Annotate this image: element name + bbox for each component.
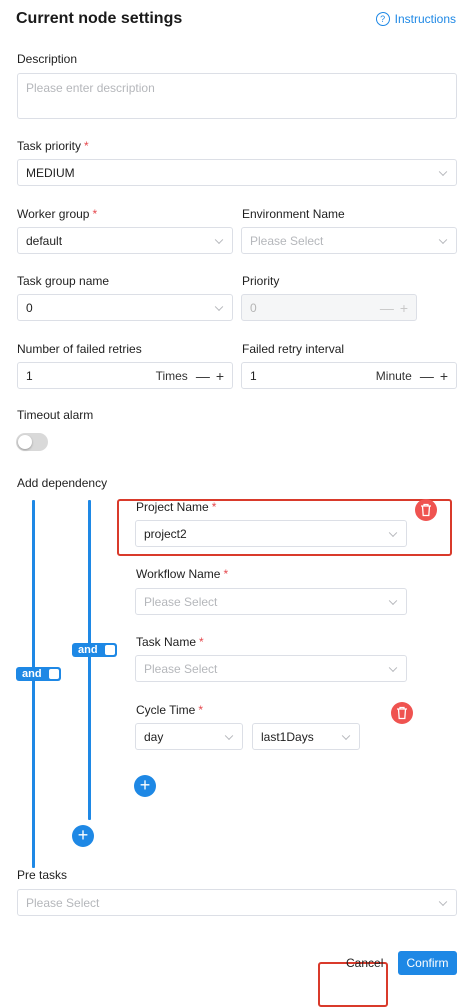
task-priority-label: Task priority *: [17, 139, 89, 153]
retry-interval-unit: Minute: [375, 368, 412, 383]
worker-group-select[interactable]: default: [17, 227, 233, 254]
minus-icon: —: [379, 299, 394, 316]
worker-group-label: Worker group *: [17, 207, 97, 221]
chevron-down-icon: [224, 731, 234, 740]
inner-and-label: and: [78, 644, 98, 656]
worker-group-text: Worker group: [17, 207, 90, 221]
priority-value: 0: [250, 300, 257, 315]
task-name-label: Task Name *: [136, 635, 204, 649]
required-mark: *: [198, 703, 204, 717]
retry-interval-label: Failed retry interval: [242, 342, 345, 356]
task-name-text: Task Name: [136, 635, 197, 649]
chevron-down-icon: [388, 663, 398, 672]
outer-relation-line: [32, 500, 35, 868]
cancel-button[interactable]: Cancel: [346, 956, 383, 970]
retry-interval-value: 1: [250, 368, 257, 383]
task-name-placeholder: Please Select: [144, 661, 218, 676]
environment-label: Environment Name: [242, 207, 345, 221]
required-mark: *: [223, 567, 229, 581]
instructions-link[interactable]: ? Instructions: [375, 12, 456, 26]
task-priority-select[interactable]: MEDIUM: [17, 159, 457, 186]
inner-relation-line: [88, 500, 91, 820]
cycle-time-label: Cycle Time *: [136, 703, 203, 717]
delete-dependency-button[interactable]: [415, 499, 437, 521]
toggle-knob: [105, 645, 115, 655]
retries-label: Number of failed retries: [17, 342, 142, 356]
cycle-unit-select[interactable]: day: [135, 723, 243, 750]
workflow-name-text: Workflow Name: [136, 567, 221, 581]
project-name-value: project2: [144, 526, 187, 541]
cycle-range-value: last1Days: [261, 729, 314, 744]
inner-and-toggle[interactable]: and: [72, 643, 117, 657]
workflow-name-placeholder: Please Select: [144, 594, 218, 609]
retries-value: 1: [26, 368, 33, 383]
retries-unit: Times: [155, 368, 188, 383]
plus-icon: +: [139, 775, 151, 795]
priority-stepper: — +: [380, 300, 408, 316]
priority-input: 0 — +: [241, 294, 417, 321]
plus-icon: +: [399, 299, 408, 316]
plus-icon: +: [77, 825, 89, 845]
workflow-name-label: Workflow Name *: [136, 567, 228, 581]
chevron-down-icon: [388, 528, 398, 537]
required-mark: *: [199, 635, 204, 649]
chevron-down-icon: [214, 302, 224, 311]
description-placeholder: Please enter description: [26, 81, 155, 95]
chevron-down-icon: [388, 596, 398, 605]
workflow-name-select[interactable]: Please Select: [135, 588, 407, 615]
confirm-button[interactable]: Confirm: [398, 951, 457, 975]
minus-icon[interactable]: —: [196, 368, 210, 384]
chevron-down-icon: [438, 167, 448, 176]
task-group-select[interactable]: 0: [17, 294, 233, 321]
help-icon: ?: [375, 12, 390, 26]
pre-tasks-select[interactable]: Please Select: [17, 889, 457, 916]
priority-label: Priority: [242, 274, 280, 288]
description-textarea[interactable]: Please enter description: [17, 73, 457, 119]
cycle-unit-value: day: [144, 729, 164, 744]
project-name-text: Project Name: [136, 500, 209, 514]
dependency-label: Add dependency: [17, 476, 108, 490]
outer-and-toggle[interactable]: and: [16, 667, 61, 681]
plus-icon[interactable]: +: [216, 368, 224, 384]
minus-icon[interactable]: —: [420, 368, 434, 384]
required-mark: *: [92, 207, 98, 221]
retry-interval-stepper[interactable]: — +: [420, 368, 448, 384]
project-name-label: Project Name *: [136, 500, 216, 514]
timeout-label: Timeout alarm: [17, 408, 94, 422]
task-group-value: 0: [26, 300, 33, 315]
add-dependency-group-button[interactable]: +: [72, 825, 94, 847]
task-name-select[interactable]: Please Select: [135, 655, 407, 682]
chevron-down-icon: [438, 897, 448, 906]
plus-icon[interactable]: +: [440, 368, 448, 384]
task-priority-text: Task priority: [17, 139, 82, 153]
chevron-down-icon: [341, 731, 351, 740]
chevron-down-icon: [438, 235, 448, 244]
pre-tasks-placeholder: Please Select: [26, 895, 100, 910]
retries-input[interactable]: 1 Times — +: [17, 362, 233, 389]
chevron-down-icon: [214, 235, 224, 244]
timeout-switch[interactable]: [16, 433, 48, 451]
instructions-label: Instructions: [394, 12, 456, 26]
cycle-time-text: Cycle Time: [136, 703, 196, 717]
worker-group-value: default: [26, 233, 63, 248]
toggle-knob: [49, 669, 59, 679]
page-title: Current node settings: [16, 10, 183, 27]
environment-select[interactable]: Please Select: [241, 227, 457, 254]
delete-cycle-button[interactable]: [391, 702, 413, 724]
retries-stepper[interactable]: — +: [196, 368, 224, 384]
environment-placeholder: Please Select: [250, 233, 324, 248]
pre-tasks-label: Pre tasks: [17, 868, 68, 882]
trash-icon: [397, 706, 407, 720]
outer-and-label: and: [22, 668, 42, 680]
description-label: Description: [17, 52, 78, 66]
task-priority-value: MEDIUM: [26, 165, 75, 180]
add-dependency-item-button[interactable]: +: [134, 775, 156, 797]
required-mark: *: [211, 500, 217, 514]
trash-icon: [421, 503, 431, 517]
cycle-range-select[interactable]: last1Days: [252, 723, 360, 750]
task-group-label: Task group name: [17, 274, 110, 288]
required-mark: *: [84, 139, 89, 153]
retry-interval-input[interactable]: 1 Minute — +: [241, 362, 457, 389]
project-name-select[interactable]: project2: [135, 520, 407, 547]
